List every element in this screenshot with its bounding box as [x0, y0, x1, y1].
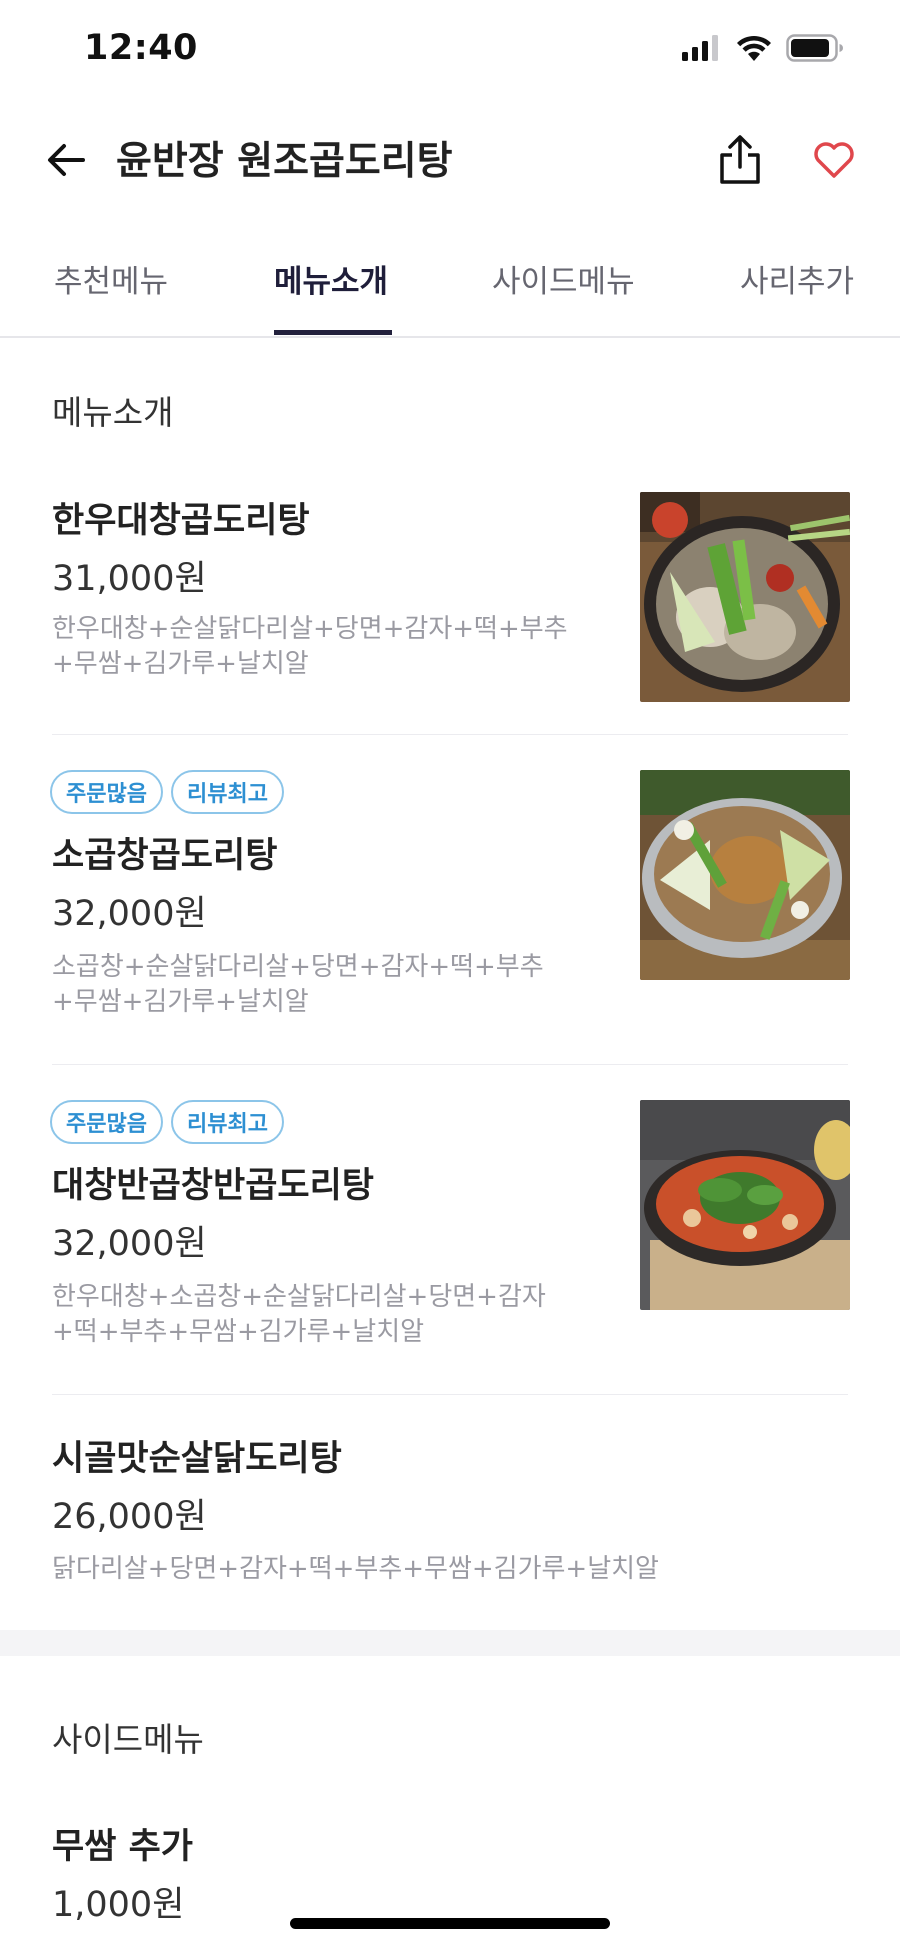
back-arrow-icon — [48, 144, 85, 176]
badge-best-review: 리뷰최고 — [170, 1100, 284, 1144]
menu-item-name: 대창반곱창반곱도리탕 — [52, 1166, 375, 1206]
food-photo — [640, 770, 850, 980]
tab-recommended[interactable]: 추천메뉴 — [54, 256, 168, 301]
home-indicator — [290, 1918, 610, 1929]
store-menu-screen: 12:40 윤반장 원조곱도리탕 추천메뉴 메뉴소개 사이드메뉴 사리추가 메뉴… — [0, 0, 900, 1947]
food-photo — [640, 492, 850, 702]
back-button[interactable] — [40, 134, 92, 186]
menu-item-name: 무쌈 추가 — [52, 1827, 193, 1867]
share-icon — [720, 135, 760, 184]
menu-item[interactable]: 한우대창곱도리탕 31,000원 한우대창+순살닭다리살+당면+감자+떡+부추 … — [0, 470, 900, 735]
menu-item[interactable]: 시골맛순살닭도리탕 26,000원 닭다리살+당면+감자+떡+부추+무쌈+김가루… — [0, 1395, 900, 1630]
section-separator — [0, 1630, 900, 1656]
signal-icon — [682, 35, 718, 61]
menu-item-name: 한우대창곱도리탕 — [52, 501, 310, 541]
menu-item-description: 소곱창+순살닭다리살+당면+감자+떡+부추 +무쌈+김가루+날치알 — [52, 952, 544, 1017]
menu-item-price: 32,000원 — [52, 894, 207, 934]
favorite-button[interactable] — [808, 132, 860, 188]
section-heading-side-menu: 사이드메뉴 — [52, 1720, 204, 1759]
menu-item-price: 32,000원 — [52, 1224, 207, 1264]
menu-item[interactable]: 주문많음 리뷰최고 대창반곱창반곱도리탕 32,000원 한우대창+소곱창+순살… — [0, 1065, 900, 1395]
tab-menu-intro[interactable]: 메뉴소개 — [274, 256, 388, 301]
menu-item-description: 한우대창+순살닭다리살+당면+감자+떡+부추 +무쌈+김가루+날치알 — [52, 614, 568, 679]
share-button[interactable] — [712, 130, 768, 190]
wifi-icon — [737, 35, 771, 61]
status-icons — [682, 34, 844, 62]
menu-item-price: 26,000원 — [52, 1497, 207, 1537]
badge-best-review: 리뷰최고 — [170, 770, 284, 814]
store-title: 윤반장 원조곱도리탕 — [116, 139, 453, 184]
battery-icon — [786, 34, 843, 62]
tab-side-menu[interactable]: 사이드메뉴 — [492, 256, 635, 301]
menu-item-name: 소곱창곱도리탕 — [52, 836, 278, 876]
badge-popular: 주문많음 — [50, 770, 163, 814]
badge-group: 주문많음 리뷰최고 — [50, 1100, 284, 1144]
active-tab-indicator — [274, 330, 392, 335]
menu-item-name: 시골맛순살닭도리탕 — [52, 1439, 342, 1479]
status-bar: 12:40 — [0, 0, 900, 100]
heart-icon — [814, 142, 854, 178]
menu-item-description: 한우대창+소곱창+순살닭다리살+당면+감자 +떡+부추+무쌈+김가루+날치알 — [52, 1282, 546, 1347]
menu-item-price: 1,000원 — [52, 1885, 185, 1925]
section-heading-menu-intro: 메뉴소개 — [52, 393, 174, 432]
food-photo — [640, 1100, 850, 1310]
menu-item-description: 닭다리살+당면+감자+떡+부추+무쌈+김가루+날치알 — [52, 1554, 659, 1584]
menu-item[interactable]: 주문많음 리뷰최고 소곱창곱도리탕 32,000원 소곱창+순살닭다리살+당면+… — [0, 735, 900, 1065]
badge-popular: 주문많음 — [50, 1100, 163, 1144]
category-tabs: 추천메뉴 메뉴소개 사이드메뉴 사리추가 — [0, 238, 900, 338]
tab-extra-noodles[interactable]: 사리추가 — [740, 256, 854, 301]
menu-item-price: 31,000원 — [52, 559, 207, 599]
header: 윤반장 원조곱도리탕 — [0, 110, 900, 210]
status-time: 12:40 — [84, 28, 198, 68]
badge-group: 주문많음 리뷰최고 — [50, 770, 284, 814]
